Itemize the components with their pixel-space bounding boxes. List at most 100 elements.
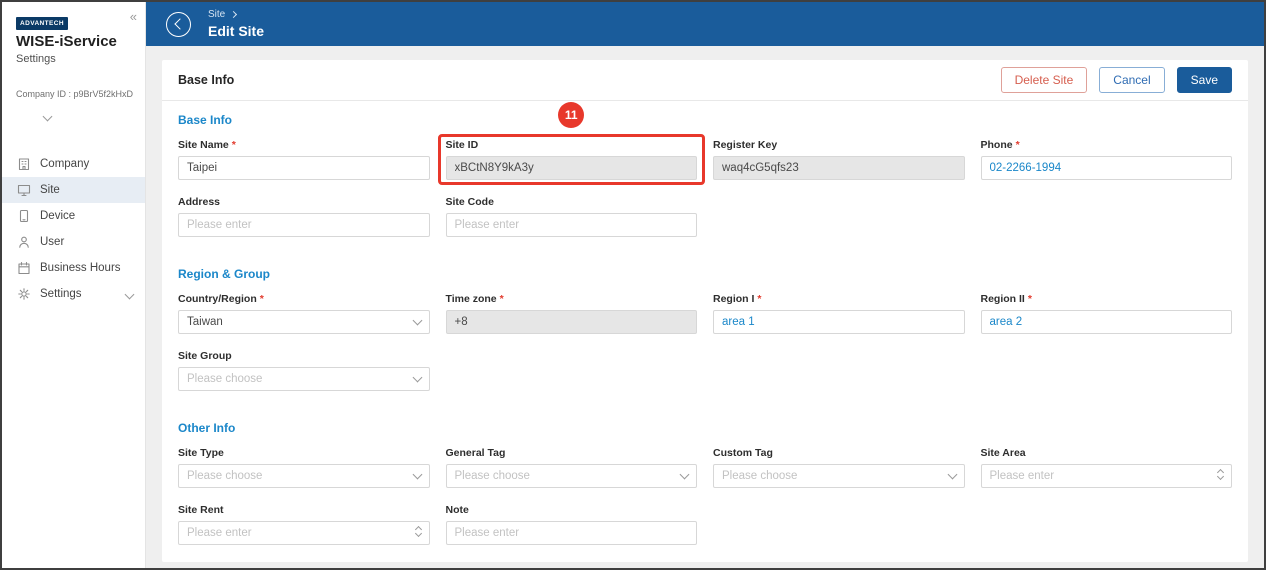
collapse-sidebar-icon[interactable]: « <box>130 10 137 23</box>
back-button[interactable] <box>166 12 191 37</box>
save-button[interactable]: Save <box>1177 67 1232 93</box>
field-site-group: Site Group Please choose <box>178 350 430 391</box>
sidebar-item-label: User <box>40 236 64 248</box>
chevron-down-icon <box>43 112 53 122</box>
address-input[interactable] <box>178 213 430 237</box>
app-name: WISE-iService <box>16 33 135 50</box>
sidebar-item-label: Device <box>40 210 75 222</box>
chevron-right-icon <box>230 11 237 18</box>
company-icon <box>17 157 31 171</box>
register-key-input <box>713 156 965 180</box>
page-title: Edit Site <box>208 23 264 39</box>
field-note: Note <box>446 504 698 545</box>
other-info-grid: Site Type Please choose General Tag Plea… <box>178 447 1232 545</box>
sidebar-item-settings[interactable]: Settings <box>2 281 145 307</box>
required-marker <box>1025 293 1032 305</box>
field-site-rent: Site Rent Please enter <box>178 504 430 545</box>
region-1-input[interactable] <box>713 310 965 334</box>
field-label: Region II <box>981 293 1025 305</box>
arrow-left-icon <box>174 18 185 29</box>
number-stepper[interactable] <box>416 530 421 536</box>
site-icon <box>17 183 31 197</box>
field-label: General Tag <box>446 447 506 459</box>
general-tag-select[interactable]: Please choose <box>446 464 698 488</box>
site-code-input[interactable] <box>446 213 698 237</box>
sidebar-item-site[interactable]: Site <box>2 177 145 203</box>
field-site-id: 11 Site ID <box>446 139 698 180</box>
company-expander[interactable] <box>44 107 145 125</box>
field-label: Site Code <box>446 196 494 208</box>
edit-site-card: Base Info Delete Site Cancel Save Base I… <box>162 60 1248 562</box>
note-input[interactable] <box>446 521 698 545</box>
breadcrumb-site[interactable]: Site <box>208 9 225 20</box>
card-body: Base Info Site Name 11 Site ID <box>162 101 1248 559</box>
field-label: Site Group <box>178 350 232 362</box>
chevron-down-icon <box>680 470 690 480</box>
site-id-input <box>446 156 698 180</box>
field-region-2: Region II <box>981 293 1233 334</box>
delete-site-button[interactable]: Delete Site <box>1001 67 1088 93</box>
sidebar: ADVANTECH « WISE-iService Settings Compa… <box>2 2 146 568</box>
field-label: Site ID <box>446 139 479 151</box>
page-header: Site Edit Site <box>146 2 1264 46</box>
sidebar-item-device[interactable]: Device <box>2 203 145 229</box>
section-title-other-info: Other Info <box>178 421 1232 435</box>
field-label: Note <box>446 504 469 516</box>
region-2-input[interactable] <box>981 310 1233 334</box>
chevron-down-icon <box>412 316 422 326</box>
stepper-down-icon[interactable] <box>1217 473 1224 480</box>
sidebar-item-user[interactable]: User <box>2 229 145 255</box>
chevron-down-icon <box>412 470 422 480</box>
field-label: Site Type <box>178 447 224 459</box>
field-custom-tag: Custom Tag Please choose <box>713 447 965 488</box>
country-region-select[interactable]: Taiwan <box>178 310 430 334</box>
cancel-button[interactable]: Cancel <box>1099 67 1164 93</box>
field-country-region: Country/Region Taiwan <box>178 293 430 334</box>
field-label: Site Name <box>178 139 229 151</box>
site-type-select[interactable]: Please choose <box>178 464 430 488</box>
advantech-logo: ADVANTECH <box>16 17 68 30</box>
field-label: Country/Region <box>178 293 257 305</box>
sidebar-item-label: Business Hours <box>40 262 121 274</box>
phone-input[interactable] <box>981 156 1233 180</box>
site-rent-input[interactable]: Please enter <box>178 521 430 545</box>
site-name-input[interactable] <box>178 156 430 180</box>
header-text: Site Edit Site <box>208 9 264 39</box>
section-title-region-group: Region & Group <box>178 267 1232 281</box>
custom-tag-select[interactable]: Please choose <box>713 464 965 488</box>
field-label: Custom Tag <box>713 447 773 459</box>
section-title-base-info: Base Info <box>178 113 1232 127</box>
app-subtitle: Settings <box>16 53 135 65</box>
number-stepper[interactable] <box>1218 473 1223 479</box>
card-actions: Delete Site Cancel Save <box>1001 67 1232 93</box>
required-marker <box>229 139 236 151</box>
field-label: Phone <box>981 139 1013 151</box>
main-area: Site Edit Site Base Info Delete Site Can… <box>146 2 1264 568</box>
user-icon <box>17 235 31 249</box>
card-title: Base Info <box>178 73 234 87</box>
field-label: Register Key <box>713 139 777 151</box>
stepper-down-icon[interactable] <box>414 530 421 537</box>
time-zone-input <box>446 310 698 334</box>
region-group-grid: Country/Region Taiwan Time zone Region I <box>178 293 1232 391</box>
sidebar-item-label: Settings <box>40 288 82 300</box>
sidebar-item-business-hours[interactable]: Business Hours <box>2 255 145 281</box>
field-label: Time zone <box>446 293 497 305</box>
breadcrumb[interactable]: Site <box>208 9 264 20</box>
sidebar-item-company[interactable]: Company <box>2 151 145 177</box>
sidebar-menu: Company Site Device User <box>2 151 145 307</box>
field-phone: Phone <box>981 139 1233 180</box>
business-hours-icon <box>17 261 31 275</box>
field-site-code: Site Code <box>446 196 698 237</box>
field-register-key: Register Key <box>713 139 965 180</box>
field-site-type: Site Type Please choose <box>178 447 430 488</box>
field-label: Address <box>178 196 220 208</box>
site-group-select[interactable]: Please choose <box>178 367 430 391</box>
chevron-down-icon <box>125 289 135 299</box>
sidebar-item-label: Company <box>40 158 89 170</box>
chevron-down-icon <box>947 470 957 480</box>
content-area: Base Info Delete Site Cancel Save Base I… <box>146 46 1264 568</box>
field-general-tag: General Tag Please choose <box>446 447 698 488</box>
required-marker <box>257 293 264 305</box>
site-area-input[interactable]: Please enter <box>981 464 1233 488</box>
